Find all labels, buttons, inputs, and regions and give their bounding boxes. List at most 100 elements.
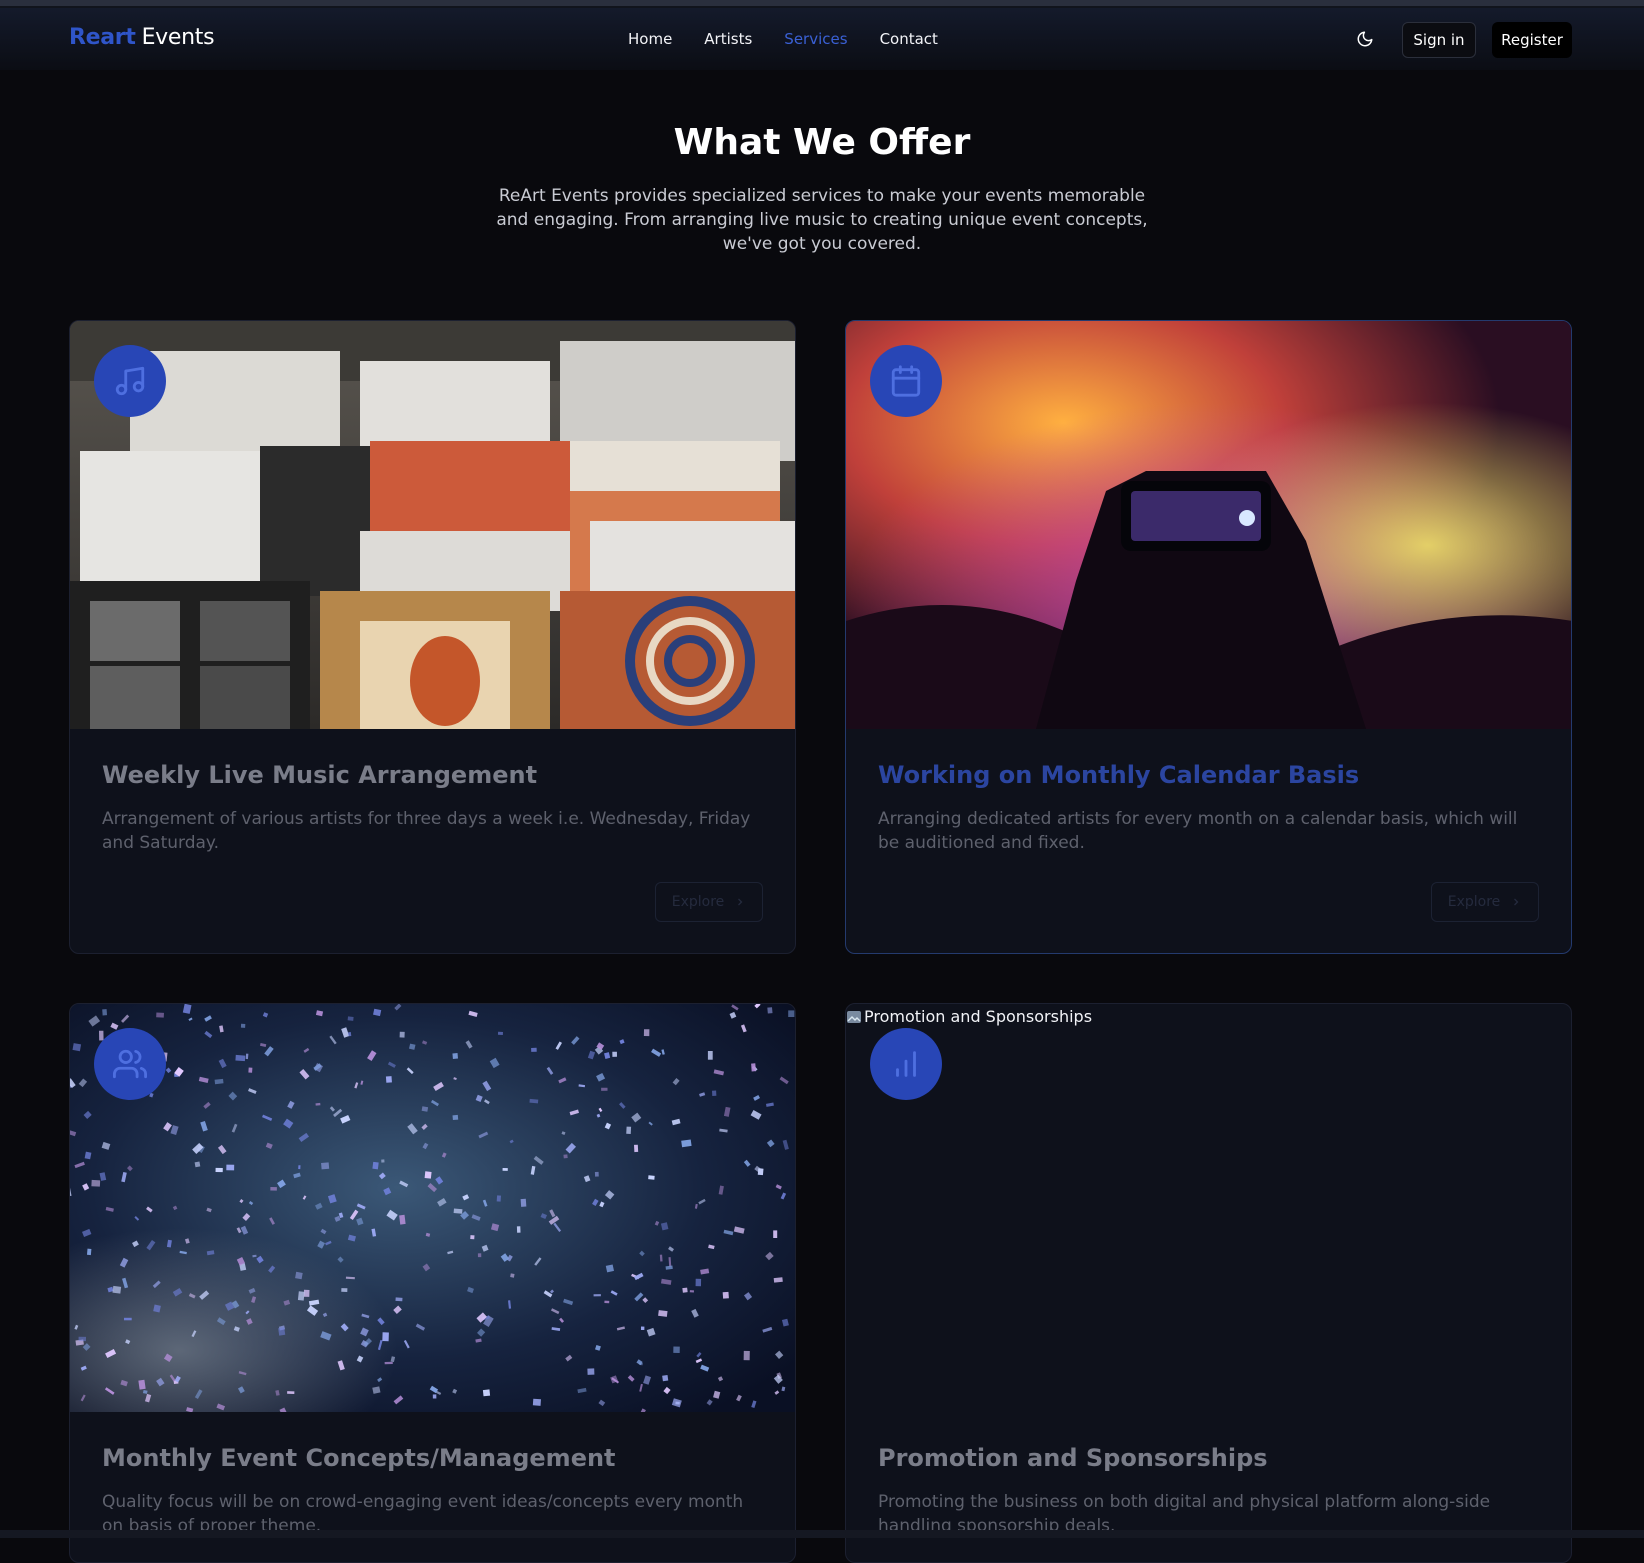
calendar-icon [889, 364, 923, 398]
confetti-piece [298, 1165, 300, 1169]
confetti-piece [248, 1068, 252, 1073]
nav-contact[interactable]: Contact [880, 30, 938, 48]
confetti-piece [708, 1051, 713, 1060]
explore-label: Explore [1448, 894, 1501, 910]
confetti-piece [503, 1168, 508, 1171]
confetti-piece [773, 1230, 777, 1238]
confetti-piece [510, 1273, 514, 1277]
nav-home[interactable]: Home [628, 30, 672, 48]
confetti-piece [112, 1286, 121, 1294]
confetti-piece [124, 1318, 132, 1321]
confetti-piece [529, 1099, 538, 1103]
confetti-piece [425, 1171, 432, 1178]
confetti-piece [395, 1297, 402, 1301]
sign-in-button[interactable]: Sign in [1402, 22, 1476, 58]
confetti-piece [348, 1016, 354, 1020]
confetti-piece [788, 1010, 794, 1017]
browser-top-edge [0, 0, 1644, 8]
section-title: What We Offer [0, 122, 1644, 163]
confetti-piece [497, 1195, 501, 1201]
confetti-piece [382, 1332, 389, 1341]
main-nav: Home Artists Services Contact [628, 30, 938, 48]
confetti-piece [601, 1088, 607, 1091]
confetti-piece [723, 1292, 729, 1299]
confetti-piece [662, 1375, 668, 1381]
confetti-piece [298, 1291, 305, 1300]
confetti-piece [498, 1032, 503, 1035]
service-card: Monthly Event Concepts/Management Qualit… [69, 1003, 796, 1563]
confetti-piece [612, 1052, 617, 1057]
confetti-piece [79, 1337, 86, 1341]
bar-chart-icon [889, 1047, 923, 1081]
confetti-piece [454, 1209, 463, 1214]
confetti-piece [767, 1007, 772, 1013]
confetti-piece [138, 1380, 145, 1390]
confetti-piece [641, 1327, 644, 1330]
concert-crowd-phone-photo [846, 321, 1572, 729]
confetti-piece [316, 1103, 321, 1106]
explore-button[interactable]: Explore [1431, 882, 1539, 922]
confetti-piece [673, 1346, 680, 1353]
confetti-piece [226, 1165, 234, 1171]
confetti-photo [70, 1004, 796, 1412]
nav-artists[interactable]: Artists [704, 30, 752, 48]
confetti-piece [372, 1162, 378, 1170]
confetti-piece [246, 1054, 249, 1059]
confetti-piece [533, 1399, 541, 1406]
service-description: Arranging dedicated artists for every mo… [878, 807, 1538, 855]
service-icon-badge [870, 345, 942, 417]
confetti-piece [73, 1043, 82, 1051]
section-subtitle: ReArt Events provides specialized servic… [487, 184, 1157, 256]
confetti-piece [287, 1391, 294, 1394]
brand-logo[interactable]: ReartEvents [69, 25, 214, 50]
service-description: Arrangement of various artists for three… [102, 807, 762, 855]
confetti-piece [386, 1076, 392, 1083]
confetti-piece [696, 1279, 702, 1286]
confetti-piece [774, 1277, 783, 1282]
confetti-piece [634, 1145, 638, 1152]
image-alt-text: Promotion and Sponsorships [864, 1007, 1092, 1026]
confetti-piece [235, 1055, 245, 1061]
service-title: Promotion and Sponsorships [878, 1444, 1268, 1472]
register-button[interactable]: Register [1492, 22, 1572, 58]
service-icon-badge [94, 1028, 166, 1100]
confetti-piece [433, 1394, 437, 1398]
confetti-piece [453, 1115, 459, 1120]
confetti-piece [595, 1172, 599, 1177]
moon-icon[interactable] [1356, 30, 1374, 48]
confetti-piece [195, 1161, 201, 1167]
explore-label: Explore [672, 894, 725, 910]
confetti-piece [241, 1024, 245, 1028]
confetti-piece [521, 1199, 527, 1207]
confetti-piece [470, 1235, 474, 1239]
confetti-piece [346, 1277, 355, 1280]
confetti-piece [341, 1288, 347, 1292]
confetti-piece [483, 1389, 490, 1396]
confetti-piece [156, 1013, 164, 1018]
users-icon [113, 1047, 147, 1081]
confetti-piece [321, 1162, 329, 1169]
confetti-piece [400, 1032, 405, 1038]
confetti-piece [744, 1351, 750, 1360]
confetti-piece [712, 1091, 716, 1097]
service-card: Weekly Live Music Arrangement Arrangemen… [69, 320, 796, 954]
confetti-piece [295, 1272, 303, 1279]
nav-services[interactable]: Services [784, 30, 847, 48]
confetti-piece [452, 1053, 458, 1059]
confetti-piece [563, 1154, 567, 1158]
explore-button[interactable]: Explore [655, 882, 763, 922]
broken-image-icon [846, 1009, 862, 1025]
service-title: Monthly Event Concepts/Management [102, 1444, 616, 1472]
site-header: ReartEvents Home Artists Services Contac… [0, 8, 1644, 70]
confetti-piece [385, 1362, 393, 1365]
confetti-piece [644, 1029, 650, 1036]
service-icon-badge [870, 1028, 942, 1100]
confetti-piece [604, 1301, 609, 1304]
confetti-piece [381, 1159, 384, 1162]
service-card: Working on Monthly Calendar Basis Arrang… [845, 320, 1572, 954]
chevron-right-icon [734, 896, 746, 908]
confetti-piece [648, 1175, 655, 1179]
broken-image: Promotion and Sponsorships [846, 1004, 1572, 1412]
music-notes-icon [113, 364, 147, 398]
service-title: Weekly Live Music Arrangement [102, 761, 537, 789]
